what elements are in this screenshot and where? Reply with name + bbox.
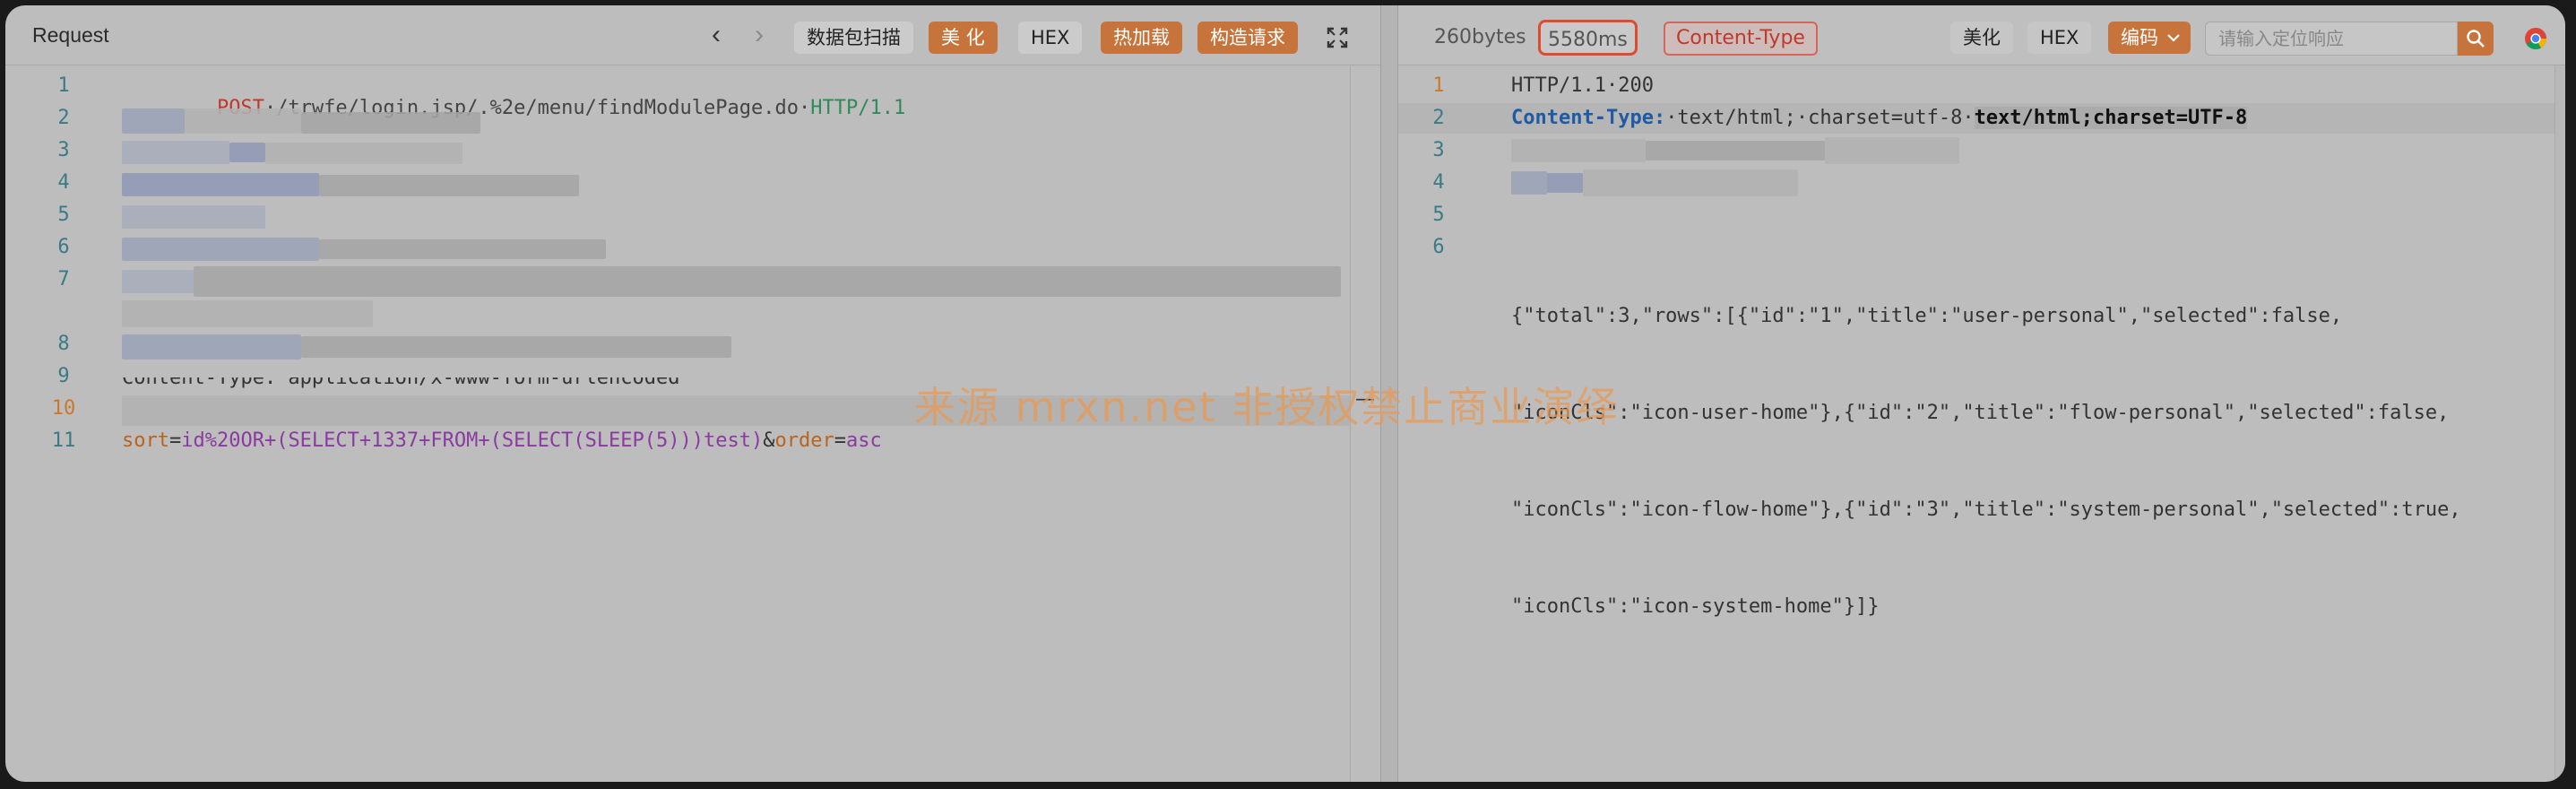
request-toolbar: Request ‹ › 数据包扫描 美 化 HEX 热加载 构造请求	[5, 5, 1380, 65]
chrome-browser-icon[interactable]	[2524, 27, 2547, 50]
body-ampersand: &	[763, 429, 775, 452]
encoding-dropdown[interactable]: 编码	[2108, 22, 2191, 54]
line-number: 3	[57, 139, 70, 161]
body-param-value: id%20OR+(SELECT+1337+FROM+(SELECT(SLEEP(…	[181, 429, 764, 452]
chevron-right-icon[interactable]: ›	[755, 22, 764, 48]
json-line: "iconCls":"icon-flow-home"},{"id":"3","t…	[1511, 499, 2461, 521]
body-equals: =	[834, 429, 846, 452]
content-type-header: Content-Type: application/x-www-form-url…	[122, 367, 680, 389]
line-number: 2	[57, 107, 70, 129]
body-param-value: asc	[845, 429, 882, 452]
line-number: 10	[51, 397, 76, 420]
request-body: sort=id%20OR+(SELECT+1337+FROM+(SELECT(S…	[122, 429, 882, 452]
response-toolbar: 260bytes 5580ms Content-Type 美化 HEX 编码 请…	[1398, 5, 2565, 65]
line-number: 6	[57, 236, 70, 258]
json-line: {"total":3,"rows":[{"id":"1","title":"us…	[1511, 305, 2343, 327]
response-time: 5580ms	[1538, 20, 1638, 56]
json-line: "iconCls":"icon-system-home"}]}	[1511, 595, 1880, 618]
encoding-label: 编码	[2121, 27, 2158, 48]
line-number: 2	[1432, 107, 1445, 129]
response-size: 260bytes	[1434, 26, 1526, 48]
beautify-button[interactable]: 美 化	[929, 22, 998, 54]
line-number: 8	[57, 333, 70, 355]
packet-scan-button[interactable]: 数据包扫描	[794, 22, 913, 54]
http-protocol: HTTP/1.1	[810, 97, 906, 119]
search-icon	[2467, 30, 2485, 48]
search-button[interactable]	[2458, 22, 2494, 56]
response-beautify-button[interactable]: 美化	[1950, 22, 2013, 54]
watermark: 来源 mrxn.net 非授权禁止商业演绎	[914, 383, 1620, 431]
status-line: HTTP/1.1·200	[1511, 74, 1654, 97]
build-request-button[interactable]: 构造请求	[1197, 22, 1298, 54]
line-number: 6	[1432, 236, 1445, 258]
header-value: ·text/html;·charset=utf-8·	[1665, 107, 1975, 129]
line-number: 5	[57, 204, 70, 226]
locate-response-input[interactable]: 请输入定位响应	[2205, 22, 2458, 56]
expand-icon[interactable]	[1327, 27, 1348, 48]
line-number: 1	[57, 74, 70, 97]
request-title: Request	[32, 23, 109, 47]
line-number: 1	[1432, 74, 1445, 97]
line-number: 4	[1432, 171, 1445, 194]
line-number: 4	[57, 171, 70, 194]
response-scrollbar[interactable]	[2554, 65, 2565, 782]
body-param-name: sort	[122, 429, 169, 452]
line-number: 9	[57, 365, 70, 387]
line-number: 5	[1432, 204, 1445, 226]
body-equals: =	[169, 429, 182, 452]
header-key: Content-Type:	[1511, 107, 1666, 129]
content-type-badge[interactable]: Content-Type	[1664, 22, 1818, 56]
line-number: 7	[57, 268, 70, 290]
response-hex-button[interactable]: HEX	[2027, 22, 2092, 54]
response-json-body: {"total":3,"rows":[{"id":"1","title":"us…	[1511, 236, 2461, 688]
body-param-name: order	[774, 429, 834, 452]
decoded-header-value: text/html;charset=UTF-8	[1974, 107, 2248, 129]
hex-button[interactable]: HEX	[1018, 22, 1083, 54]
http-tool-window: Request ‹ › 数据包扫描 美 化 HEX 热加载 构造请求 1 2 3…	[5, 5, 2565, 782]
chevron-down-icon	[2167, 34, 2180, 42]
line-number: 3	[1432, 139, 1445, 161]
line-number: 11	[51, 429, 76, 452]
content-type-line: Content-Type:·text/html;·charset=utf-8·t…	[1511, 107, 2248, 129]
hot-load-button[interactable]: 热加载	[1101, 22, 1182, 54]
json-line: "iconCls":"icon-user-home"},{"id":"2","t…	[1511, 402, 2450, 424]
chevron-left-icon[interactable]: ‹	[712, 22, 721, 48]
